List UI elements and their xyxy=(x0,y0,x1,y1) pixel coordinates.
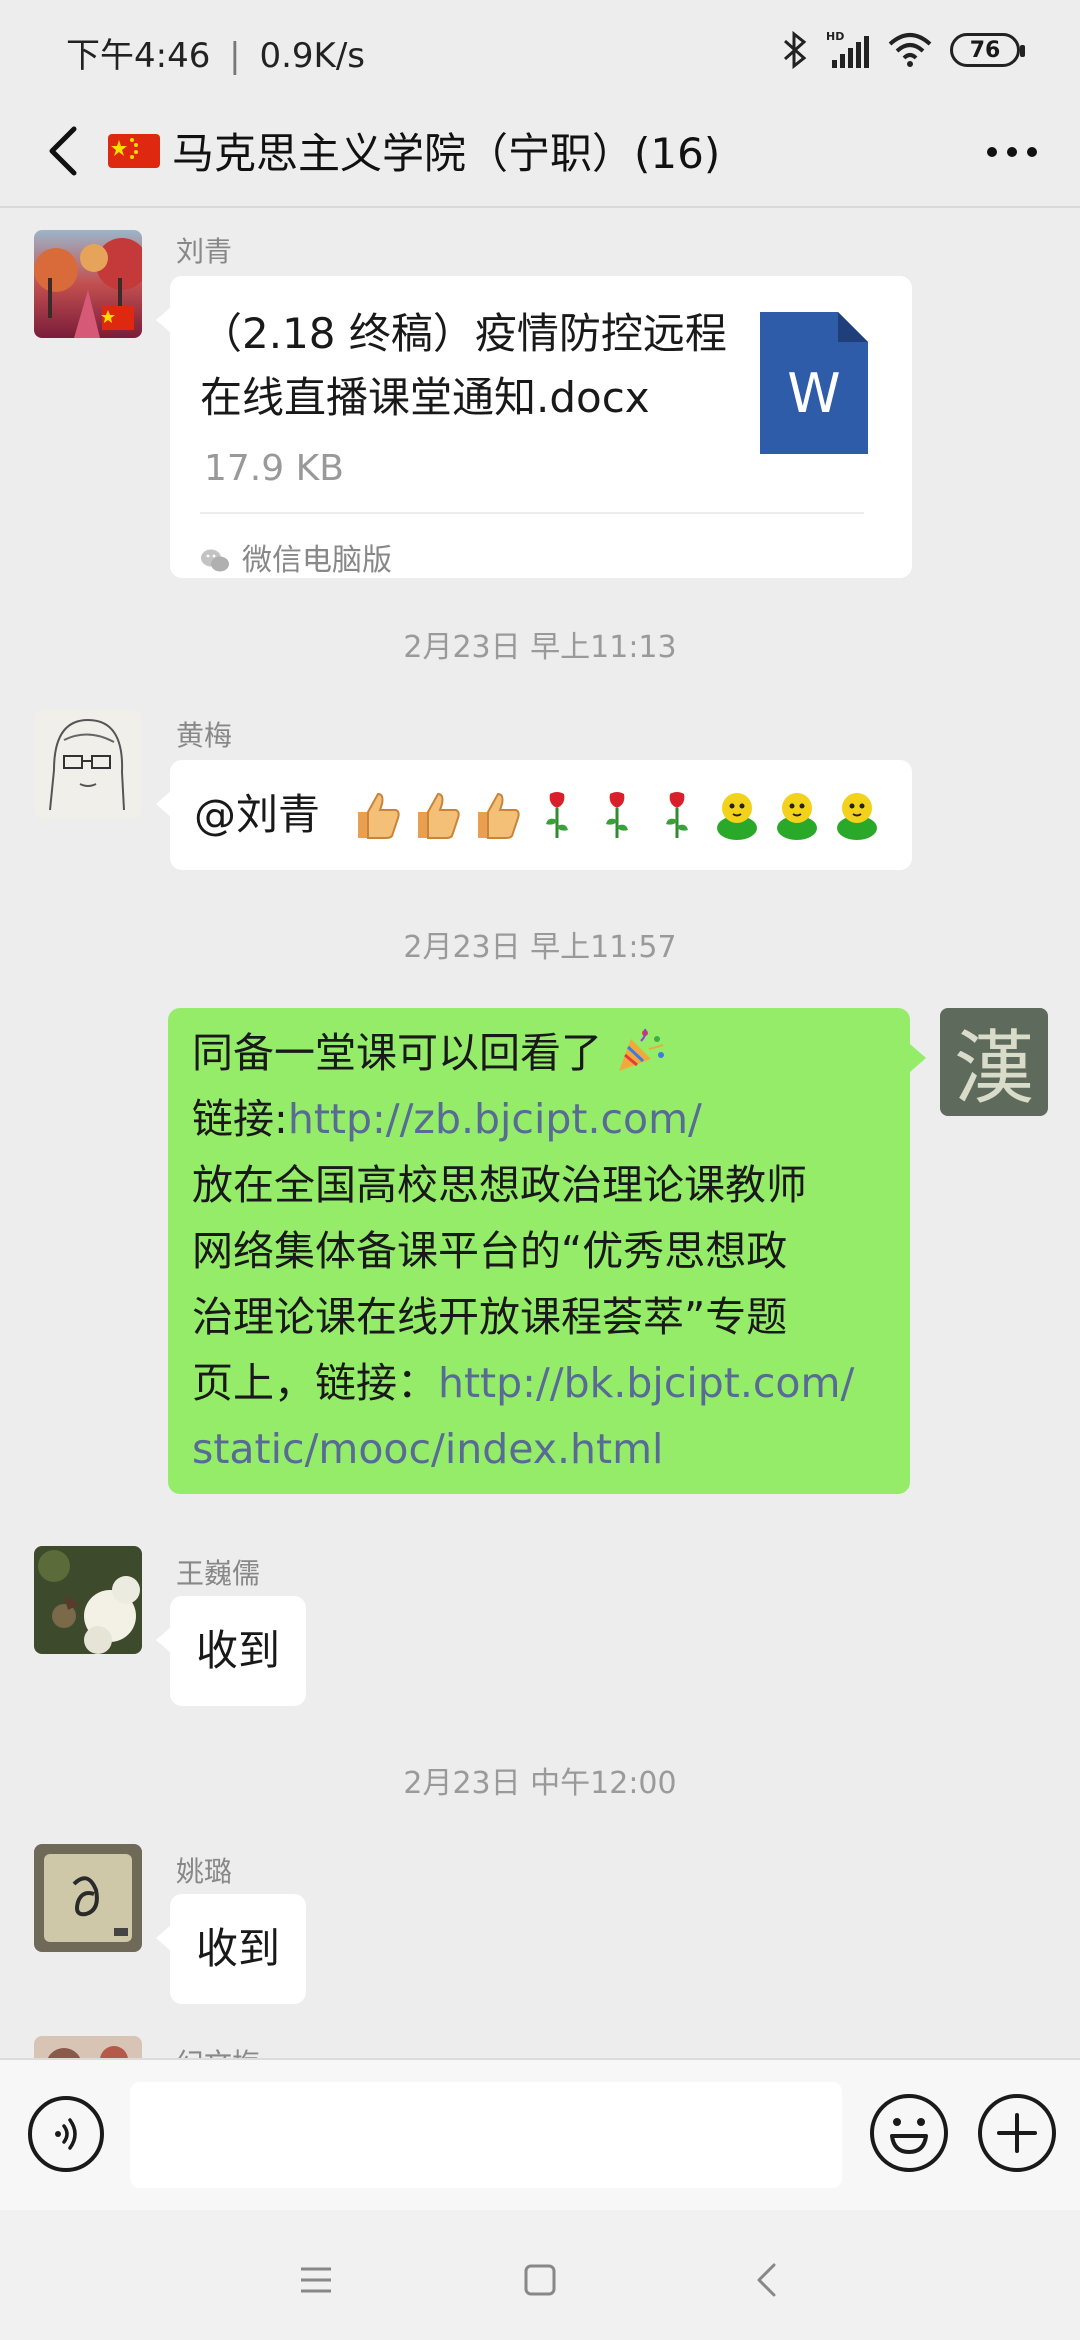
thumbs-up-icon xyxy=(418,792,460,839)
own-message-bubble[interactable]: 同备一堂课可以回看了 链接:http://zb.bjcipt.com/ 放在全国… xyxy=(168,1008,926,1494)
sender-name: 姚璐 xyxy=(176,1855,233,1888)
battery-icon: 76 xyxy=(950,33,1025,67)
avatar-sketch-girl-icon xyxy=(34,710,142,818)
back-chevron-icon xyxy=(49,126,77,176)
status-icons: HD 76 xyxy=(782,28,1025,72)
file-name: （2.18 终稿）疫情防控远程 在线直播课堂通知.docx xyxy=(200,302,730,430)
more-dots-icon xyxy=(987,147,1037,157)
message-link[interactable]: http://bk.bjcipt.com/ xyxy=(438,1359,854,1407)
system-back-button[interactable] xyxy=(736,2250,796,2310)
sender-name: 王巍儒 xyxy=(176,1557,261,1590)
file-card-divider xyxy=(200,512,864,514)
text-message-bubble[interactable]: 收到 xyxy=(155,1596,307,1706)
file-source: 微信电脑版 xyxy=(200,528,392,594)
timestamp: 2月23日 早上11:57 xyxy=(403,930,677,965)
chat-title: 马克思主义学院（宁职）(16) xyxy=(108,120,720,181)
avatar-stone-seal-icon xyxy=(34,1844,142,1952)
back-button[interactable] xyxy=(28,116,98,186)
back-icon xyxy=(757,2263,776,2297)
voice-button[interactable] xyxy=(28,2096,104,2172)
timestamp: 2月23日 中午12:00 xyxy=(403,1766,677,1801)
message-list[interactable]: 刘青 （2.18 终稿）疫情防控远程 在线直播课堂通知.docx 17.9 KB… xyxy=(0,208,1080,2058)
avatar[interactable] xyxy=(34,2036,142,2058)
avatar-partial-icon xyxy=(34,2036,142,2058)
message-input[interactable] xyxy=(130,2082,842,2188)
message-text: 链接: xyxy=(192,1095,288,1143)
plus-button[interactable] xyxy=(978,2094,1056,2172)
message-text: 收到 xyxy=(196,1626,281,1675)
wifi-icon xyxy=(888,33,932,67)
status-bar: 下午4:46 | 0.9K/s HD 76 xyxy=(0,0,1080,96)
message-text: 收到 xyxy=(196,1924,281,1973)
party-popper-icon xyxy=(619,1028,665,1071)
file-name-line-1: （2.18 终稿）疫情防控远程 xyxy=(200,309,727,358)
file-icon-letter: W xyxy=(787,362,840,425)
thumbs-up-icon xyxy=(358,792,400,839)
avatar-character: 漢 xyxy=(954,1022,1034,1115)
message-text: @刘青 xyxy=(194,790,321,839)
own-avatar[interactable]: 漢 xyxy=(940,1008,1048,1116)
sender-name: 黄梅 xyxy=(176,719,233,752)
message-text: 治理论课在线开放课程荟萃”专题 xyxy=(192,1293,788,1341)
word-document-icon: W xyxy=(760,312,868,454)
avatar-autumn-forest-icon xyxy=(34,230,142,338)
network-speed: 0.9K/s xyxy=(259,36,365,76)
thumbs-up-icon xyxy=(478,792,520,839)
file-message-bubble[interactable]: （2.18 终稿）疫情防控远程 在线直播课堂通知.docx 17.9 KB W … xyxy=(156,276,912,578)
text-message-bubble[interactable]: 收到 xyxy=(155,1894,307,2004)
source-label: 微信电脑版 xyxy=(242,543,392,578)
rose-icon xyxy=(666,792,689,838)
file-name-line-2: 在线直播课堂通知.docx xyxy=(200,373,650,422)
menu-icon xyxy=(301,2267,331,2293)
message-text: 放在全国高校思想政治理论课教师 xyxy=(192,1161,807,1209)
group-name: 马克思主义学院（宁职）(16) xyxy=(172,129,721,178)
home-icon xyxy=(524,2264,556,2296)
message-text: 页上，链接： xyxy=(192,1359,438,1407)
timestamp: 2月23日 早上11:13 xyxy=(403,630,677,665)
system-navigation-bar xyxy=(0,2210,1080,2340)
input-bar xyxy=(0,2058,1080,2210)
avatar[interactable] xyxy=(34,1844,142,1952)
battery-level: 76 xyxy=(969,37,1001,63)
svg-text:HD: HD xyxy=(826,30,844,43)
message-link[interactable]: static/mooc/index.html xyxy=(192,1416,894,1482)
message-link[interactable]: http://zb.bjcipt.com/ xyxy=(288,1095,702,1143)
avatar-white-flowers-icon xyxy=(34,1546,142,1654)
green-chick-icon xyxy=(837,793,878,840)
message-line: 同备一堂课可以回看了 xyxy=(192,1020,894,1086)
chat-header: 马克思主义学院（宁职）(16) xyxy=(0,96,1080,208)
rose-icon xyxy=(546,792,569,838)
home-button[interactable] xyxy=(510,2250,570,2310)
voice-icon xyxy=(55,2118,77,2150)
bluetooth-icon xyxy=(783,31,807,69)
emoji-icon xyxy=(890,2118,928,2154)
sender-name: 纪文梅 xyxy=(176,2042,260,2058)
hd-signal-icon: HD xyxy=(826,30,869,68)
rose-icon xyxy=(606,792,629,838)
message-text: 同备一堂课可以回看了 xyxy=(192,1029,602,1077)
message-line: 页上，链接：http://bk.bjcipt.com/ xyxy=(192,1350,894,1416)
status-time: 下午4:46 | 0.9K/s xyxy=(66,28,365,77)
china-flag-icon xyxy=(108,133,160,168)
avatar[interactable] xyxy=(34,1546,142,1654)
clock: 下午4:46 xyxy=(66,36,211,76)
avatar[interactable] xyxy=(34,710,142,818)
text-message-bubble[interactable]: @刘青 xyxy=(156,760,912,870)
plus-icon xyxy=(997,2113,1037,2153)
avatar[interactable] xyxy=(34,230,142,338)
message-line: 链接:http://zb.bjcipt.com/ xyxy=(192,1086,894,1152)
separator: | xyxy=(229,36,241,76)
message-text: 网络集体备课平台的“优秀思想政 xyxy=(192,1227,788,1275)
green-chick-icon xyxy=(717,793,758,840)
wechat-logo-icon xyxy=(201,549,229,572)
file-size: 17.9 KB xyxy=(204,448,344,489)
emoji-button[interactable] xyxy=(870,2094,948,2172)
more-button[interactable] xyxy=(972,120,1052,184)
green-chick-icon xyxy=(777,793,818,840)
menu-button[interactable] xyxy=(286,2250,346,2310)
sender-name: 刘青 xyxy=(176,235,233,268)
